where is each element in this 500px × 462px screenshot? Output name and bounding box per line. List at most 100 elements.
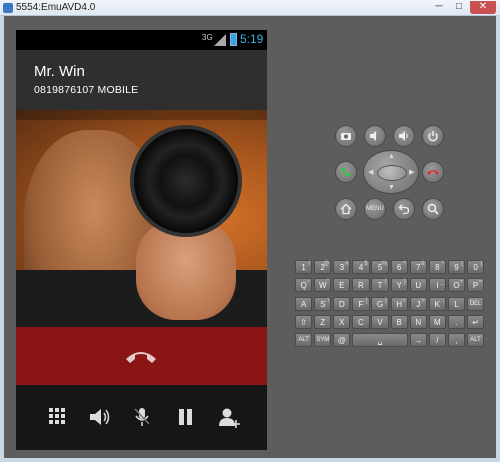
keyboard-key[interactable]: 9( bbox=[447, 260, 466, 274]
mute-icon[interactable] bbox=[129, 405, 155, 429]
keyboard-key[interactable]: 0) bbox=[466, 260, 485, 274]
key-alt-label: _ bbox=[440, 279, 444, 286]
power-icon bbox=[428, 131, 438, 142]
key-label: X bbox=[339, 317, 345, 327]
key-label: S bbox=[320, 299, 326, 309]
key-label: / bbox=[436, 336, 439, 346]
dpad-right-icon[interactable]: ▶ bbox=[409, 168, 414, 176]
keyboard-key[interactable]: C bbox=[352, 314, 370, 329]
call-button[interactable] bbox=[335, 161, 357, 183]
keyboard-key[interactable]: P = bbox=[466, 278, 485, 293]
keyboard-key[interactable]: DEL bbox=[466, 296, 485, 311]
key-label: ↵ bbox=[472, 317, 479, 327]
camera-button[interactable] bbox=[335, 125, 357, 147]
end-call-hw-button[interactable] bbox=[422, 161, 444, 183]
keyboard-key[interactable]: K; bbox=[428, 296, 446, 311]
keyboard-key[interactable]: 2 @ bbox=[314, 260, 332, 274]
key-alt-label: + bbox=[459, 279, 464, 286]
keyboard-key[interactable]: B bbox=[390, 314, 408, 329]
key-label: H bbox=[396, 299, 403, 309]
key-alt-label: } bbox=[403, 279, 406, 286]
keyboard-key[interactable]: ALT bbox=[295, 333, 313, 348]
keyboard-key[interactable]: U- bbox=[409, 278, 427, 293]
key-alt-label: { bbox=[384, 279, 387, 286]
dpad-down-icon[interactable]: ▼ bbox=[388, 184, 395, 191]
keyboard-key[interactable]: L: bbox=[447, 296, 466, 311]
keyboard-key[interactable]: 8 * bbox=[428, 260, 446, 274]
speaker-icon[interactable] bbox=[86, 405, 112, 429]
menu-button[interactable]: MENU bbox=[364, 198, 386, 220]
keyboard-key[interactable]: E bbox=[333, 278, 351, 293]
keyboard-key[interactable]: M bbox=[428, 314, 446, 329]
keyboard-key[interactable]: Q ~ bbox=[295, 278, 313, 293]
keyboard-key[interactable]: F[ bbox=[352, 296, 370, 311]
key-label: 3 bbox=[339, 263, 345, 272]
key-label: P bbox=[472, 281, 479, 291]
key-label: → bbox=[414, 336, 423, 346]
keyboard-key[interactable]: / bbox=[428, 333, 446, 348]
key-label: . bbox=[455, 317, 458, 327]
keyboard-key[interactable]: D bbox=[333, 296, 351, 311]
dialpad-icon[interactable] bbox=[44, 405, 70, 429]
dpad-left-icon[interactable]: ◀ bbox=[368, 168, 373, 176]
keyboard-key[interactable]: . bbox=[447, 314, 466, 329]
home-button[interactable] bbox=[335, 198, 357, 220]
keyboard-key[interactable]: X bbox=[333, 314, 351, 329]
keyboard-key[interactable]: 3 # bbox=[333, 260, 351, 274]
photo-shade bbox=[16, 110, 267, 120]
volume-up-button[interactable] bbox=[393, 125, 415, 147]
keyboard-key[interactable]: → bbox=[409, 333, 427, 348]
power-button[interactable] bbox=[422, 125, 444, 147]
key-label: 9 bbox=[454, 263, 459, 272]
dpad[interactable]: ▲ ▼ ◀ ▶ bbox=[363, 150, 419, 194]
key-label: R bbox=[358, 281, 364, 291]
keyboard-key[interactable]: Y} bbox=[390, 278, 408, 293]
keyboard-key[interactable]: R bbox=[352, 278, 370, 293]
keyboard-key[interactable]: S \ bbox=[314, 296, 332, 311]
keyboard-key[interactable]: 6 ^ bbox=[390, 260, 408, 274]
key-alt-label: ] bbox=[385, 297, 387, 304]
key-alt-label: & bbox=[420, 261, 425, 267]
key-label: C bbox=[358, 317, 364, 327]
keyboard-key[interactable]: W " bbox=[314, 278, 332, 293]
keyboard-key[interactable]: @ bbox=[333, 333, 351, 348]
keyboard-key[interactable]: ALT bbox=[466, 333, 485, 348]
volume-down-button[interactable] bbox=[364, 125, 386, 147]
keyboard-key[interactable]: O + bbox=[447, 278, 466, 293]
search-button[interactable] bbox=[422, 198, 444, 220]
volume-down-icon bbox=[370, 131, 376, 141]
end-call-button[interactable] bbox=[16, 327, 267, 385]
keyboard-key[interactable]: V bbox=[371, 314, 389, 329]
keyboard-key[interactable]: I _ bbox=[428, 278, 446, 293]
keyboard-key[interactable]: ⇧ bbox=[295, 314, 313, 329]
dpad-up-icon[interactable]: ▲ bbox=[388, 153, 395, 160]
hold-icon[interactable] bbox=[172, 405, 198, 429]
key-label: ⇧ bbox=[300, 317, 307, 327]
keyboard-key[interactable]: ↵ bbox=[466, 314, 485, 329]
keyboard-key[interactable]: SYM bbox=[314, 333, 332, 348]
end-call-icon bbox=[126, 352, 156, 363]
keyboard-key[interactable]: G] bbox=[371, 296, 389, 311]
close-button[interactable]: ✕ bbox=[470, 1, 496, 14]
keyboard-key[interactable]: H < bbox=[390, 296, 408, 311]
maximize-button[interactable]: □ bbox=[450, 1, 468, 14]
keyboard-key[interactable]: 5% bbox=[371, 260, 389, 274]
add-call-icon[interactable] bbox=[216, 405, 242, 429]
keyboard-key[interactable]: T{ bbox=[371, 278, 389, 293]
keyboard-key[interactable]: Z bbox=[314, 314, 332, 329]
key-label: F bbox=[358, 299, 364, 309]
minimize-button[interactable]: ─ bbox=[430, 1, 448, 14]
network-type: 3G bbox=[202, 33, 213, 42]
end-call-icon bbox=[427, 170, 439, 175]
keyboard-key[interactable]: ␣ bbox=[352, 333, 408, 348]
keyboard-key[interactable]: , bbox=[447, 333, 466, 348]
keyboard-key[interactable]: 7 & bbox=[409, 260, 427, 274]
signal-icon bbox=[214, 34, 226, 46]
back-button[interactable] bbox=[393, 198, 415, 220]
keyboard-key[interactable]: N bbox=[409, 314, 427, 329]
dpad-center-button[interactable] bbox=[377, 165, 407, 181]
keyboard-key[interactable]: J > bbox=[409, 296, 427, 311]
keyboard-key[interactable]: 1! bbox=[295, 260, 313, 274]
keyboard-key[interactable]: 4 $ bbox=[352, 260, 370, 274]
keyboard-key[interactable]: A bbox=[295, 296, 313, 311]
